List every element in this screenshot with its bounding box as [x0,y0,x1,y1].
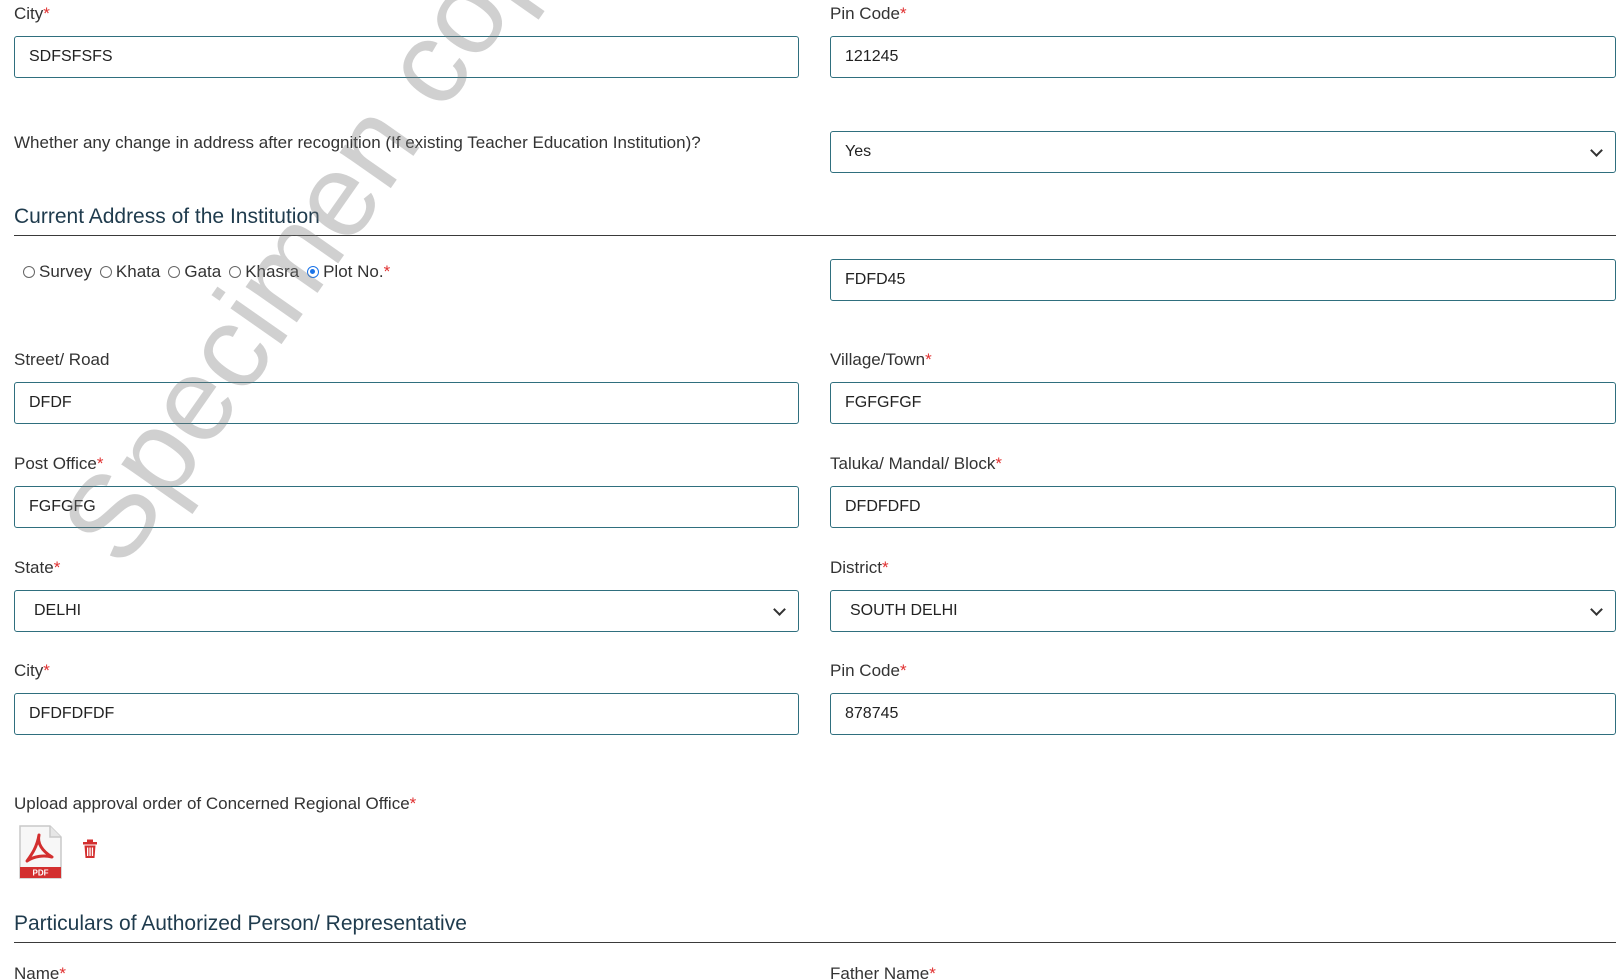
name-label-text: Name [14,964,60,979]
required-mark: * [383,262,391,281]
radio-option-survey[interactable]: Survey [23,262,92,282]
district-selected-value: SOUTH DELHI [850,602,958,619]
pin-code-label-text: Pin Code [830,4,900,23]
current-pin-code-input-value: 878745 [845,705,899,722]
state-label-text: State [14,558,54,577]
institution-address-form: City* SDFSFSFS Pin Code* 121245 Whether … [0,0,1618,979]
current-pin-code-input[interactable]: 878745 [830,693,1616,735]
required-mark: * [43,661,50,680]
required-mark: * [881,558,889,577]
required-mark: * [53,558,61,577]
taluka-label: Taluka/ Mandal/ Block* [830,454,1002,474]
radio-label: Plot No. [323,262,384,281]
pin-code-input[interactable]: 121245 [830,36,1616,78]
upload-label-text: Upload approval order of Concerned Regio… [14,794,410,813]
taluka-input-value: DFDFDFD [845,498,921,515]
taluka-label-text: Taluka/ Mandal/ Block [830,454,996,473]
father-name-label-text: Father Name [830,964,930,979]
address-change-selected-value: Yes [845,143,872,160]
required-mark: * [409,794,417,813]
required-mark: * [899,4,907,23]
current-city-label-text: City [14,661,44,680]
post-office-label: Post Office* [14,454,103,474]
authorized-person-heading: Particulars of Authorized Person/ Repres… [14,912,467,935]
city-label-text: City [14,4,44,23]
state-select[interactable]: DELHI [14,590,799,632]
post-office-label-text: Post Office [14,454,97,473]
radio-circle-checked[interactable] [307,266,320,278]
pdf-file-icon[interactable]: PDF [18,825,62,879]
required-mark: * [899,661,907,680]
village-input[interactable]: FGFGFGF [830,382,1616,424]
section-divider [14,942,1616,943]
taluka-input[interactable]: DFDFDFD [830,486,1616,528]
radio-option-khata[interactable]: Khata [99,262,161,282]
radio-circle[interactable] [99,266,112,278]
post-office-input-value: FGFGFG [29,498,96,515]
state-selected-value: DELHI [34,602,82,619]
pin-code-label: Pin Code* [830,4,907,24]
radio-option-khasra[interactable]: Khasra [229,262,299,282]
radio-label: Survey [39,262,92,281]
city-input-value: SDFSFSFS [29,48,113,65]
radio-circle[interactable] [168,266,181,278]
name-label: Name* [14,964,66,979]
village-label-text: Village/Town [830,350,926,369]
current-city-input-value: DFDFDFDF [29,705,115,722]
pdf-badge-text: PDF [33,869,49,878]
pin-code-input-value: 121245 [845,48,899,65]
current-city-label: City* [14,661,50,681]
upload-label: Upload approval order of Concerned Regio… [14,794,416,814]
address-change-question: Whether any change in address after reco… [14,133,701,152]
district-label-text: District [830,558,882,577]
required-mark: * [929,964,936,979]
required-mark: * [59,964,66,979]
current-address-heading: Current Address of the Institution [14,205,320,228]
street-input[interactable]: DFDF [14,382,799,424]
plot-number-input-value: FDFD45 [845,271,906,288]
radio-option-plot-no[interactable]: Plot No. * [307,262,390,282]
land-type-radio-group: Survey Khata Gata Khasra Plot No. * [23,262,398,282]
current-pin-code-label: Pin Code* [830,661,907,681]
section-divider [14,235,1616,236]
district-select[interactable]: SOUTH DELHI [830,590,1616,632]
post-office-input[interactable]: FGFGFG [14,486,799,528]
village-label: Village/Town* [830,350,932,370]
plot-number-input[interactable]: FDFD45 [830,259,1616,301]
radio-circle[interactable] [23,266,35,278]
required-mark: * [43,4,50,23]
radio-label: Gata [184,262,222,281]
state-label: State* [14,558,60,578]
trash-icon[interactable] [82,839,98,859]
street-label: Street/ Road [14,350,110,369]
current-pin-code-label-text: Pin Code [830,661,900,680]
radio-label: Khasra [245,262,300,281]
required-mark: * [995,454,1002,473]
radio-option-gata[interactable]: Gata [168,262,221,282]
radio-circle[interactable] [229,266,242,278]
street-input-value: DFDF [29,394,72,411]
city-label: City* [14,4,50,24]
radio-label: Khata [115,262,161,281]
required-mark: * [925,350,932,369]
district-label: District* [830,558,889,578]
address-change-select[interactable]: Yes [830,131,1616,173]
current-city-input[interactable]: DFDFDFDF [14,693,799,735]
father-name-label: Father Name* [830,964,936,979]
village-input-value: FGFGFGF [845,394,922,411]
required-mark: * [96,454,104,473]
city-input[interactable]: SDFSFSFS [14,36,799,78]
